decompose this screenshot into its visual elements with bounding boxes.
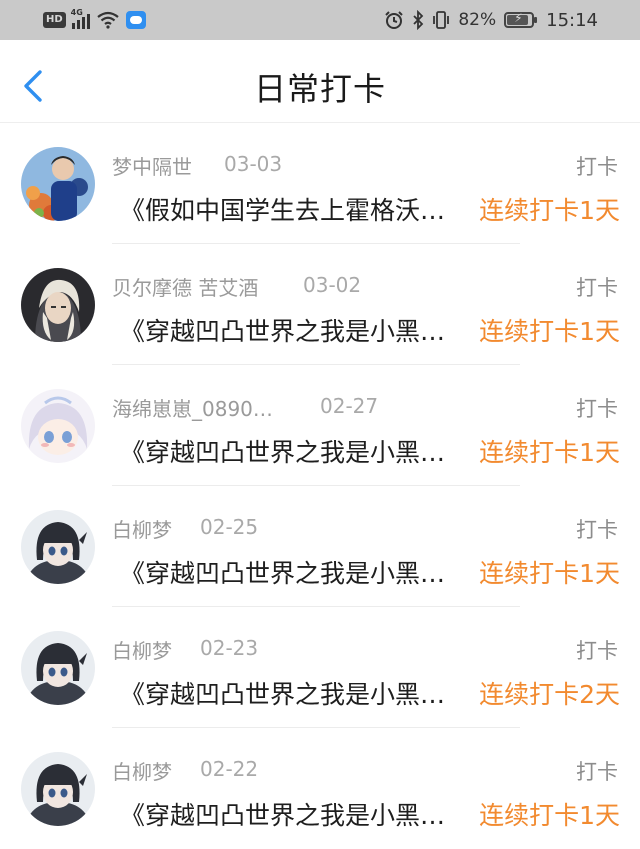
user-name[interactable]: 贝尔摩德 苦艾酒 xyxy=(112,272,258,301)
book-title[interactable]: 《穿越凹凸世界之我是小黑… xyxy=(120,796,445,832)
checkin-date: 03-03 xyxy=(224,152,283,176)
alarm-icon xyxy=(385,11,404,29)
user-name[interactable]: 海绵崽崽_0890… xyxy=(112,393,273,422)
checkin-date: 02-22 xyxy=(200,757,259,781)
status-bar: HD 4G 82% ⚡ 15:14 xyxy=(0,0,640,40)
user-name[interactable]: 梦中隔世 xyxy=(112,151,192,180)
vibrate-icon xyxy=(433,11,450,29)
book-title[interactable]: 《穿越凹凸世界之我是小黑… xyxy=(120,554,445,590)
streak-label: 连续打卡1天 xyxy=(479,559,620,588)
bluetooth-icon xyxy=(413,10,424,30)
user-avatar[interactable] xyxy=(21,268,95,342)
checkin-button[interactable]: 打卡 xyxy=(576,756,618,786)
checkin-button[interactable]: 打卡 xyxy=(576,514,618,544)
streak-label: 连续打卡1天 xyxy=(479,801,620,830)
user-name[interactable]: 白柳梦 xyxy=(112,514,172,543)
hd-badge: HD xyxy=(43,12,66,28)
checkin-button[interactable]: 打卡 xyxy=(576,635,618,665)
signal-icon: 4G xyxy=(70,8,90,29)
list-item[interactable]: 梦中隔世 03-03 打卡 《假如中国学生去上霍格沃… 连续打卡1天 xyxy=(0,123,640,244)
cloud-app-icon xyxy=(125,11,146,29)
list-item[interactable]: 海绵崽崽_0890… 02-27 打卡 《穿越凹凸世界之我是小黑… 连续打卡1天 xyxy=(0,365,640,486)
checkin-button[interactable]: 打卡 xyxy=(576,393,618,423)
book-title[interactable]: 《穿越凹凸世界之我是小黑… xyxy=(120,433,445,469)
checkin-button[interactable]: 打卡 xyxy=(576,151,618,181)
checkin-date: 02-23 xyxy=(200,636,259,660)
wifi-icon xyxy=(96,11,119,29)
list-item[interactable]: 白柳梦 02-25 打卡 《穿越凹凸世界之我是小黑… 连续打卡1天 xyxy=(0,486,640,607)
user-avatar[interactable] xyxy=(21,752,95,826)
top-header: 日常打卡 xyxy=(0,40,640,123)
user-name[interactable]: 白柳梦 xyxy=(112,635,172,664)
user-avatar[interactable] xyxy=(21,389,95,463)
streak-label: 连续打卡1天 xyxy=(479,317,620,346)
battery-percent: 82% xyxy=(458,10,497,30)
checkin-date: 03-02 xyxy=(303,273,362,297)
user-avatar[interactable] xyxy=(21,510,95,584)
user-avatar[interactable] xyxy=(21,147,95,221)
battery-icon: ⚡ xyxy=(504,11,538,28)
checkin-button[interactable]: 打卡 xyxy=(576,272,618,302)
book-title[interactable]: 《穿越凹凸世界之我是小黑… xyxy=(120,675,445,711)
user-name[interactable]: 白柳梦 xyxy=(112,756,172,785)
checkin-date: 02-27 xyxy=(320,394,379,418)
streak-label: 连续打卡1天 xyxy=(479,196,620,225)
streak-label: 连续打卡2天 xyxy=(479,680,620,709)
list-item[interactable]: 白柳梦 02-22 打卡 《穿越凹凸世界之我是小黑… 连续打卡1天 xyxy=(0,728,640,849)
page-title: 日常打卡 xyxy=(253,70,386,108)
list-item[interactable]: 白柳梦 02-23 打卡 《穿越凹凸世界之我是小黑… 连续打卡2天 xyxy=(0,607,640,728)
status-time: 15:14 xyxy=(546,9,598,31)
checkin-date: 02-25 xyxy=(200,515,259,539)
status-left: HD 4G xyxy=(43,8,146,31)
book-title[interactable]: 《穿越凹凸世界之我是小黑… xyxy=(120,312,445,348)
list-item[interactable]: 贝尔摩德 苦艾酒 03-02 打卡 《穿越凹凸世界之我是小黑… 连续打卡1天 xyxy=(0,244,640,365)
book-title[interactable]: 《假如中国学生去上霍格沃… xyxy=(120,191,445,227)
network-label: 4G xyxy=(70,8,83,17)
user-avatar[interactable] xyxy=(21,631,95,705)
status-right: 82% ⚡ 15:14 xyxy=(384,8,598,32)
streak-label: 连续打卡1天 xyxy=(479,438,620,467)
